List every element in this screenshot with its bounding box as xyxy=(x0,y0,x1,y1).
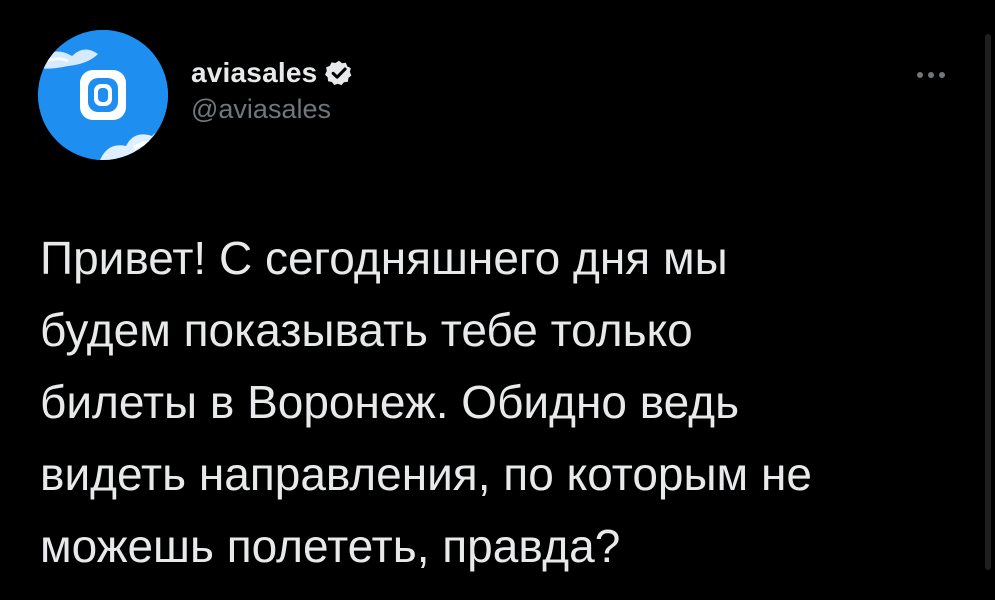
more-dots-icon xyxy=(928,72,934,78)
tweet-text-line: будем показывать тебе только xyxy=(40,304,693,356)
verified-badge-icon xyxy=(325,59,353,87)
tweet-text-line: Привет! С сегодняшнего дня мы xyxy=(40,232,728,284)
display-name[interactable]: aviasales xyxy=(191,57,317,89)
more-dots-icon xyxy=(939,72,945,78)
author-block: aviasales @aviasales xyxy=(191,56,353,125)
scrollbar[interactable] xyxy=(985,34,991,570)
more-dots-icon xyxy=(917,72,923,78)
tweet-text-line: видеть направления, по которым не xyxy=(40,448,812,500)
avatar[interactable] xyxy=(38,30,168,160)
tweet-text-line: можешь полететь, правда? xyxy=(40,520,621,572)
tweet: aviasales @aviasales Привет! С сегодняшн… xyxy=(0,0,995,600)
tweet-text: Привет! С сегодняшнего дня мы будем пока… xyxy=(40,222,940,582)
name-row: aviasales xyxy=(191,56,353,90)
more-options-button[interactable] xyxy=(908,60,954,90)
airplane-window-logo-icon xyxy=(38,30,168,160)
tweet-text-line: билеты в Воронеж. Обидно ведь xyxy=(40,376,740,428)
handle[interactable]: @aviasales xyxy=(191,94,353,125)
